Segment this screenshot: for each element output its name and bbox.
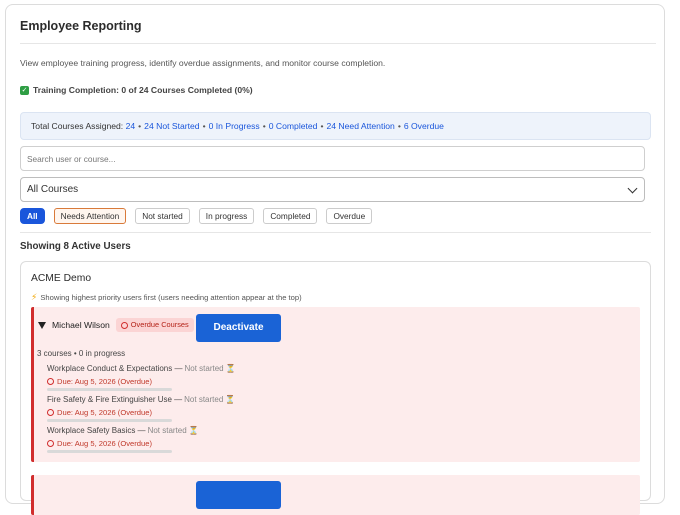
course-line: Fire Safety & Fire Extinguisher Use — No… [47, 395, 235, 404]
summary-label: Total Courses Assigned: [31, 121, 124, 131]
status-badge-text: Overdue Courses [130, 320, 189, 329]
summary-separator: • [320, 121, 324, 131]
page-title: Employee Reporting [20, 19, 142, 33]
organization-name: ACME Demo [31, 273, 92, 284]
course-line: Workplace Conduct & Expectations — Not s… [47, 364, 236, 373]
clock-icon [47, 378, 54, 385]
summary-bar: Total Courses Assigned: 24 • 24 Not Star… [20, 112, 651, 140]
summary-overdue[interactable]: 6 Overdue [404, 121, 444, 131]
course-item: Workplace Conduct & Expectations — Not s… [47, 364, 236, 391]
hourglass-icon: ⏳ [225, 364, 236, 373]
progress-bar [47, 388, 172, 391]
hourglass-icon: ⏳ [225, 395, 236, 404]
training-completion-text: Training Completion: 0 of 24 Courses Com… [33, 85, 253, 95]
divider [20, 232, 651, 233]
divider [20, 43, 656, 44]
chevron-down-icon [627, 183, 638, 193]
course-item: Fire Safety & Fire Extinguisher Use — No… [47, 395, 235, 422]
user-name: Michael Wilson [52, 320, 110, 330]
organization-card: ACME Demo ⚡ Showing highest priority use… [20, 261, 651, 515]
summary-not-started[interactable]: 24 Not Started [144, 121, 199, 131]
course-status: Not started [147, 426, 187, 435]
clock-icon [47, 409, 54, 416]
filter-in-progress[interactable]: In progress [198, 208, 255, 224]
course-item: Workplace Safety Basics — Not started ⏳ … [47, 426, 199, 453]
user-card [31, 475, 640, 515]
filter-not-started[interactable]: Not started [135, 208, 190, 224]
deactivate-button[interactable] [196, 481, 281, 509]
summary-in-progress[interactable]: 0 In Progress [209, 121, 260, 131]
user-course-stats: 3 courses • 0 in progress [37, 349, 126, 358]
progress-bar [47, 419, 172, 422]
clock-icon [120, 321, 128, 329]
employee-reporting-card: Employee Reporting View employee trainin… [5, 4, 665, 515]
course-title: Fire Safety & Fire Extinguisher Use — [47, 395, 183, 404]
bolt-icon: ⚡ [31, 292, 38, 302]
filter-all[interactable]: All [20, 208, 45, 224]
caret-down-icon[interactable] [38, 321, 46, 329]
summary-need-attention[interactable]: 24 Need Attention [326, 121, 394, 131]
course-due-text: Due: Aug 5, 2026 (Overdue) [57, 377, 152, 386]
training-completion: ✓ Training Completion: 0 of 24 Courses C… [20, 85, 253, 95]
search-input[interactable] [20, 146, 645, 171]
course-due-text: Due: Aug 5, 2026 (Overdue) [57, 408, 152, 417]
summary-separator: • [138, 121, 142, 131]
course-select-value: All Courses [27, 184, 79, 195]
user-card: Michael Wilson Overdue Courses Deactivat… [31, 307, 640, 462]
course-status: Not started [184, 395, 224, 404]
course-title: Workplace Conduct & Expectations — [47, 364, 183, 373]
status-badge: Overdue Courses [115, 318, 194, 332]
course-due-text: Due: Aug 5, 2026 (Overdue) [57, 439, 152, 448]
summary-total[interactable]: 24 [126, 121, 136, 131]
summary-separator: • [262, 121, 266, 131]
progress-bar [47, 450, 172, 453]
hourglass-icon: ⏳ [188, 426, 199, 435]
filter-completed[interactable]: Completed [263, 208, 318, 224]
summary-separator: • [202, 121, 206, 131]
course-status: Not started [184, 364, 224, 373]
filter-needs-attention[interactable]: Needs Attention [53, 208, 127, 224]
clock-icon [47, 440, 54, 447]
status-filters: All Needs Attention Not started In progr… [20, 208, 373, 224]
active-users-count: Showing 8 Active Users [20, 241, 131, 252]
priority-note-text: Showing highest priority users first (us… [40, 293, 302, 302]
page-description: View employee training progress, identif… [20, 58, 386, 68]
summary-separator: • [397, 121, 401, 131]
course-line: Workplace Safety Basics — Not started ⏳ [47, 426, 199, 435]
check-icon: ✓ [20, 85, 29, 95]
deactivate-button[interactable]: Deactivate [196, 314, 281, 342]
priority-note: ⚡ Showing highest priority users first (… [31, 292, 302, 303]
summary-completed[interactable]: 0 Completed [269, 121, 318, 131]
course-due: Due: Aug 5, 2026 (Overdue) [47, 439, 177, 448]
user-header[interactable]: Michael Wilson Overdue Courses [38, 318, 194, 332]
course-title: Workplace Safety Basics — [47, 426, 146, 435]
course-due: Due: Aug 5, 2026 (Overdue) [47, 408, 177, 417]
course-due: Due: Aug 5, 2026 (Overdue) [47, 377, 177, 386]
filter-overdue[interactable]: Overdue [326, 208, 373, 224]
course-select[interactable]: All Courses [20, 177, 645, 202]
